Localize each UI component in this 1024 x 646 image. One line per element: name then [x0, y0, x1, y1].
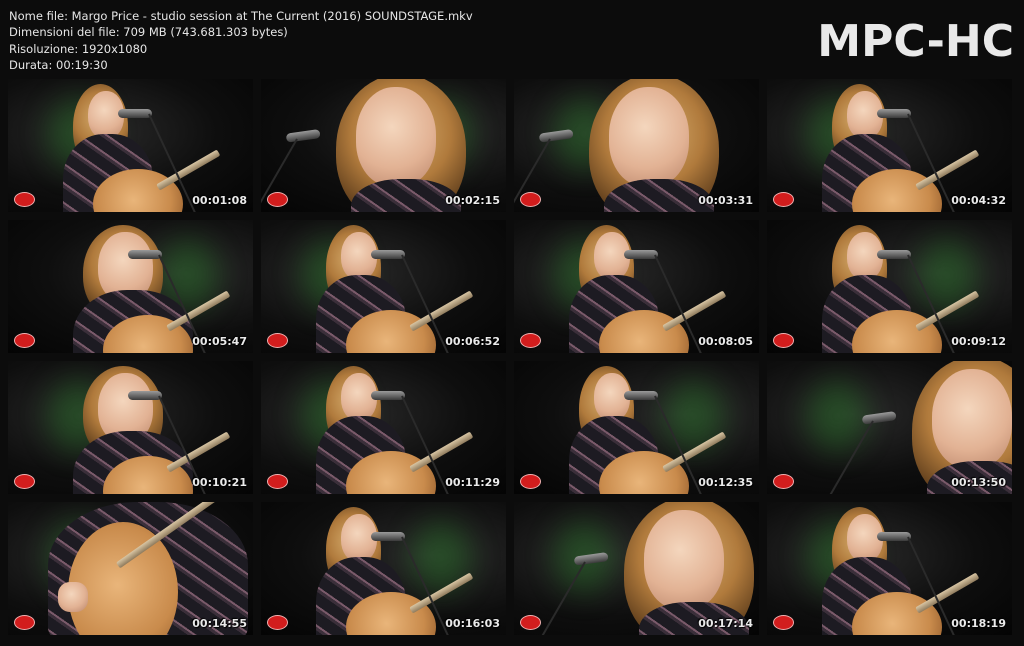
station-watermark — [14, 333, 35, 348]
thumbnail[interactable]: 00:17:14 — [514, 502, 759, 635]
thumbnail[interactable]: 00:08:05 — [514, 220, 759, 353]
station-watermark — [267, 615, 288, 630]
microphone — [624, 391, 658, 400]
timestamp: 00:02:15 — [445, 194, 500, 207]
timestamp: 00:16:03 — [445, 617, 500, 630]
station-watermark — [520, 615, 541, 630]
face — [609, 87, 689, 187]
timestamp: 00:18:19 — [951, 617, 1006, 630]
station-watermark — [773, 615, 794, 630]
thumbnail[interactable]: 00:11:29 — [261, 361, 506, 494]
face — [356, 87, 436, 187]
thumbnail[interactable]: 00:04:32 — [767, 79, 1012, 212]
station-watermark — [520, 333, 541, 348]
timestamp: 00:12:35 — [698, 476, 753, 489]
duration-text: Durata: 00:19:30 — [9, 57, 108, 72]
thumbnail[interactable]: 00:10:21 — [8, 361, 253, 494]
station-watermark — [520, 192, 541, 207]
microphone — [371, 250, 405, 259]
station-watermark — [267, 192, 288, 207]
thumbnail[interactable]: 00:12:35 — [514, 361, 759, 494]
resolution-text: Risoluzione: 1920x1080 — [9, 41, 148, 56]
thumbnail-grid: 00:01:08 00:02:15 00:03:31 00:04:32 00:05:47… — [8, 79, 1016, 639]
thumbnail[interactable]: 00:13:50 — [767, 361, 1012, 494]
timestamp: 00:14:55 — [192, 617, 247, 630]
stage-light — [807, 381, 867, 451]
thumbnail[interactable]: 00:06:52 — [261, 220, 506, 353]
timestamp: 00:10:21 — [192, 476, 247, 489]
microphone — [624, 250, 658, 259]
station-watermark — [14, 192, 35, 207]
timestamp: 00:13:50 — [951, 476, 1006, 489]
mpc-hc-logo: MPC-HC — [817, 16, 1014, 67]
thumbnail[interactable]: 00:18:19 — [767, 502, 1012, 635]
station-watermark — [14, 474, 35, 489]
timestamp: 00:04:32 — [951, 194, 1006, 207]
face — [932, 369, 1012, 469]
microphone — [118, 109, 152, 118]
timestamp: 00:03:31 — [698, 194, 753, 207]
microphone — [877, 532, 911, 541]
timestamp: 00:17:14 — [698, 617, 753, 630]
timestamp: 00:06:52 — [445, 335, 500, 348]
microphone — [128, 250, 162, 259]
timestamp: 00:08:05 — [698, 335, 753, 348]
file-size-text: Dimensioni del file: 709 MB (743.681.303… — [9, 25, 288, 40]
hand — [58, 582, 88, 612]
microphone — [877, 109, 911, 118]
timestamp: 00:11:29 — [445, 476, 500, 489]
thumbnail[interactable]: 00:01:08 — [8, 79, 253, 212]
station-watermark — [520, 474, 541, 489]
timestamp: 00:05:47 — [192, 335, 247, 348]
file-info: Nome file: Margo Price - studio session … — [9, 8, 473, 73]
station-watermark — [773, 333, 794, 348]
face — [644, 510, 724, 610]
thumbnail[interactable]: 00:14:55 — [8, 502, 253, 635]
station-watermark — [773, 474, 794, 489]
timestamp: 00:01:08 — [192, 194, 247, 207]
thumbnail[interactable]: 00:16:03 — [261, 502, 506, 635]
thumbnail[interactable]: 00:02:15 — [261, 79, 506, 212]
station-watermark — [773, 192, 794, 207]
thumbnail[interactable]: 00:09:12 — [767, 220, 1012, 353]
microphone — [877, 250, 911, 259]
station-watermark — [14, 615, 35, 630]
thumbnail[interactable]: 00:03:31 — [514, 79, 759, 212]
thumbnail[interactable]: 00:05:47 — [8, 220, 253, 353]
microphone — [128, 391, 162, 400]
file-name-text: Nome file: Margo Price - studio session … — [9, 9, 473, 23]
microphone — [371, 532, 405, 541]
station-watermark — [267, 333, 288, 348]
timestamp: 00:09:12 — [951, 335, 1006, 348]
station-watermark — [267, 474, 288, 489]
microphone — [371, 391, 405, 400]
